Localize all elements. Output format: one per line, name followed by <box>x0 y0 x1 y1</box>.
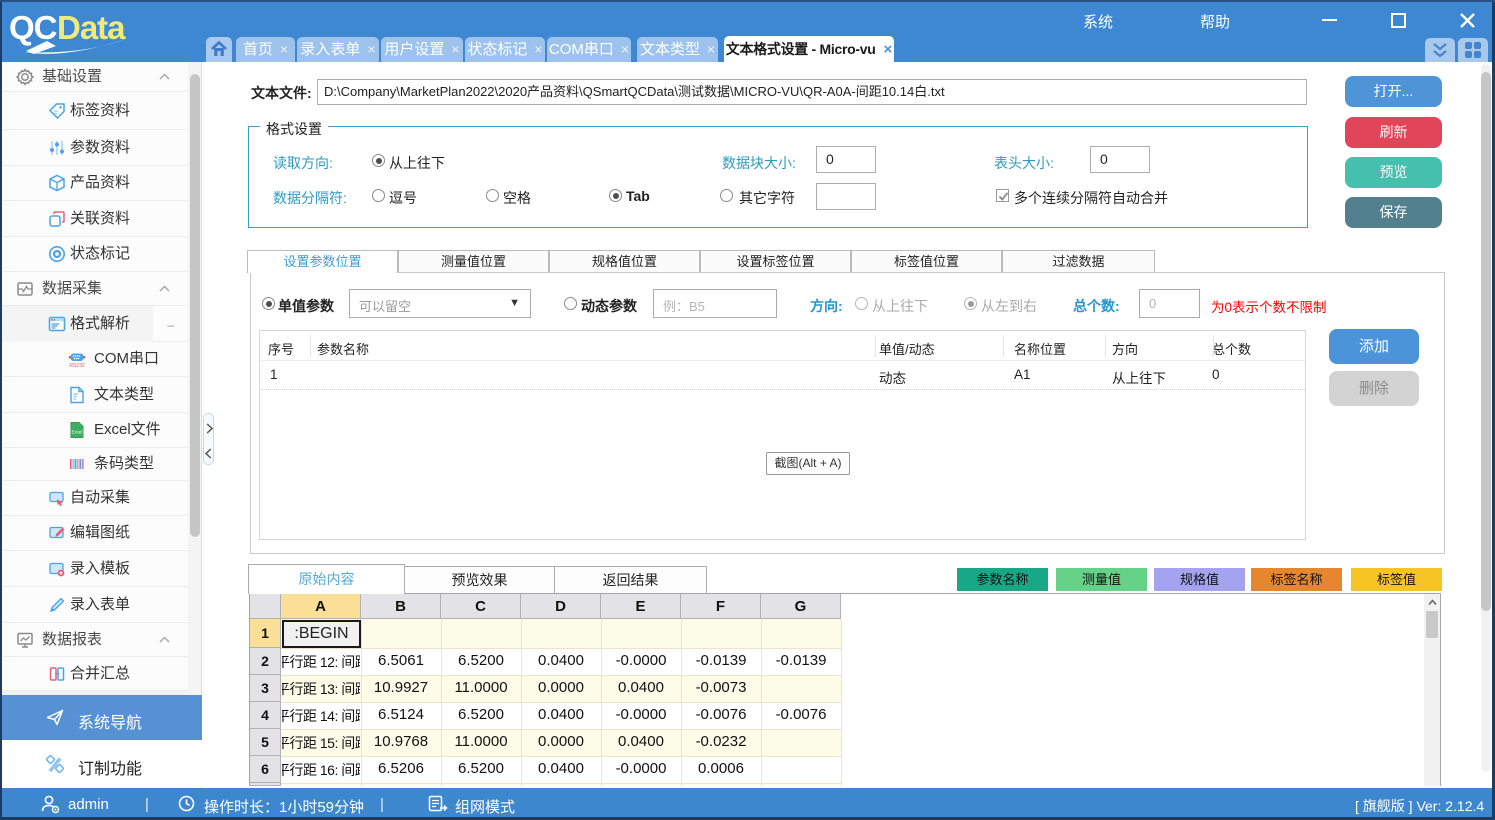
svg-text:Excel: Excel <box>71 430 82 435</box>
svg-text:Data: Data <box>57 9 126 46</box>
svg-text:QC: QC <box>10 9 57 46</box>
svg-text:RS232: RS232 <box>69 363 85 368</box>
